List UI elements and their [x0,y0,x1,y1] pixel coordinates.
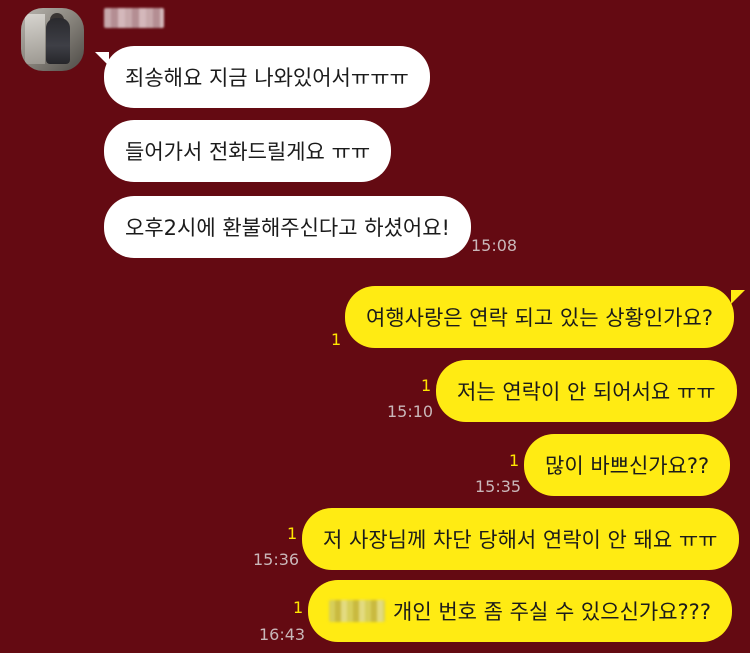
redacted-name [329,600,385,622]
outgoing-timestamp: 15:10 [387,402,434,421]
message-text: 여행사랑은 연락 되고 있는 상황인가요? [366,306,713,330]
outgoing-bubble-tail [731,290,745,304]
message-text: 저 사장님께 차단 당해서 연락이 안 돼요 ㅠㅠ [323,528,718,552]
outgoing-message[interactable]: 많이 바쁘신가요?? [524,434,731,496]
unread-count: 1 [331,330,342,349]
unread-count: 1 [293,598,304,617]
avatar-person-body [46,18,70,64]
incoming-message[interactable]: 들어가서 전화드릴게요 ㅠㅠ [104,120,392,182]
message-text: 들어가서 전화드릴게요 ㅠㅠ [125,140,371,164]
outgoing-timestamp: 15:35 [475,477,522,496]
message-text: 개인 번호 좀 주실 수 있으신가요??? [393,600,711,624]
incoming-message[interactable]: 죄송해요 지금 나와있어서ㅠㅠㅠ [104,46,430,108]
unread-count: 1 [287,524,298,543]
sender-name-redacted [104,8,164,28]
unread-count: 1 [421,376,432,395]
outgoing-timestamp: 16:43 [259,625,306,644]
unread-count: 1 [509,451,520,470]
incoming-timestamp: 15:08 [471,236,518,255]
incoming-message[interactable]: 오후2시에 환불해주신다고 하셨어요! [104,196,471,258]
message-text: 저는 연락이 안 되어서요 ㅠㅠ [457,380,716,404]
message-text: 죄송해요 지금 나와있어서ㅠㅠㅠ [125,66,409,90]
message-text: 많이 바쁘신가요?? [545,454,710,478]
outgoing-message[interactable]: 개인 번호 좀 주실 수 있으신가요??? [308,580,732,642]
outgoing-message[interactable]: 여행사랑은 연락 되고 있는 상황인가요? [345,286,734,348]
sender-avatar[interactable] [21,8,84,71]
outgoing-timestamp: 15:36 [253,550,300,569]
outgoing-message[interactable]: 저는 연락이 안 되어서요 ㅠㅠ [436,360,737,422]
message-text: 오후2시에 환불해주신다고 하셨어요! [125,216,450,240]
outgoing-message[interactable]: 저 사장님께 차단 당해서 연락이 안 돼요 ㅠㅠ [302,508,739,570]
avatar-window-light [25,14,45,64]
